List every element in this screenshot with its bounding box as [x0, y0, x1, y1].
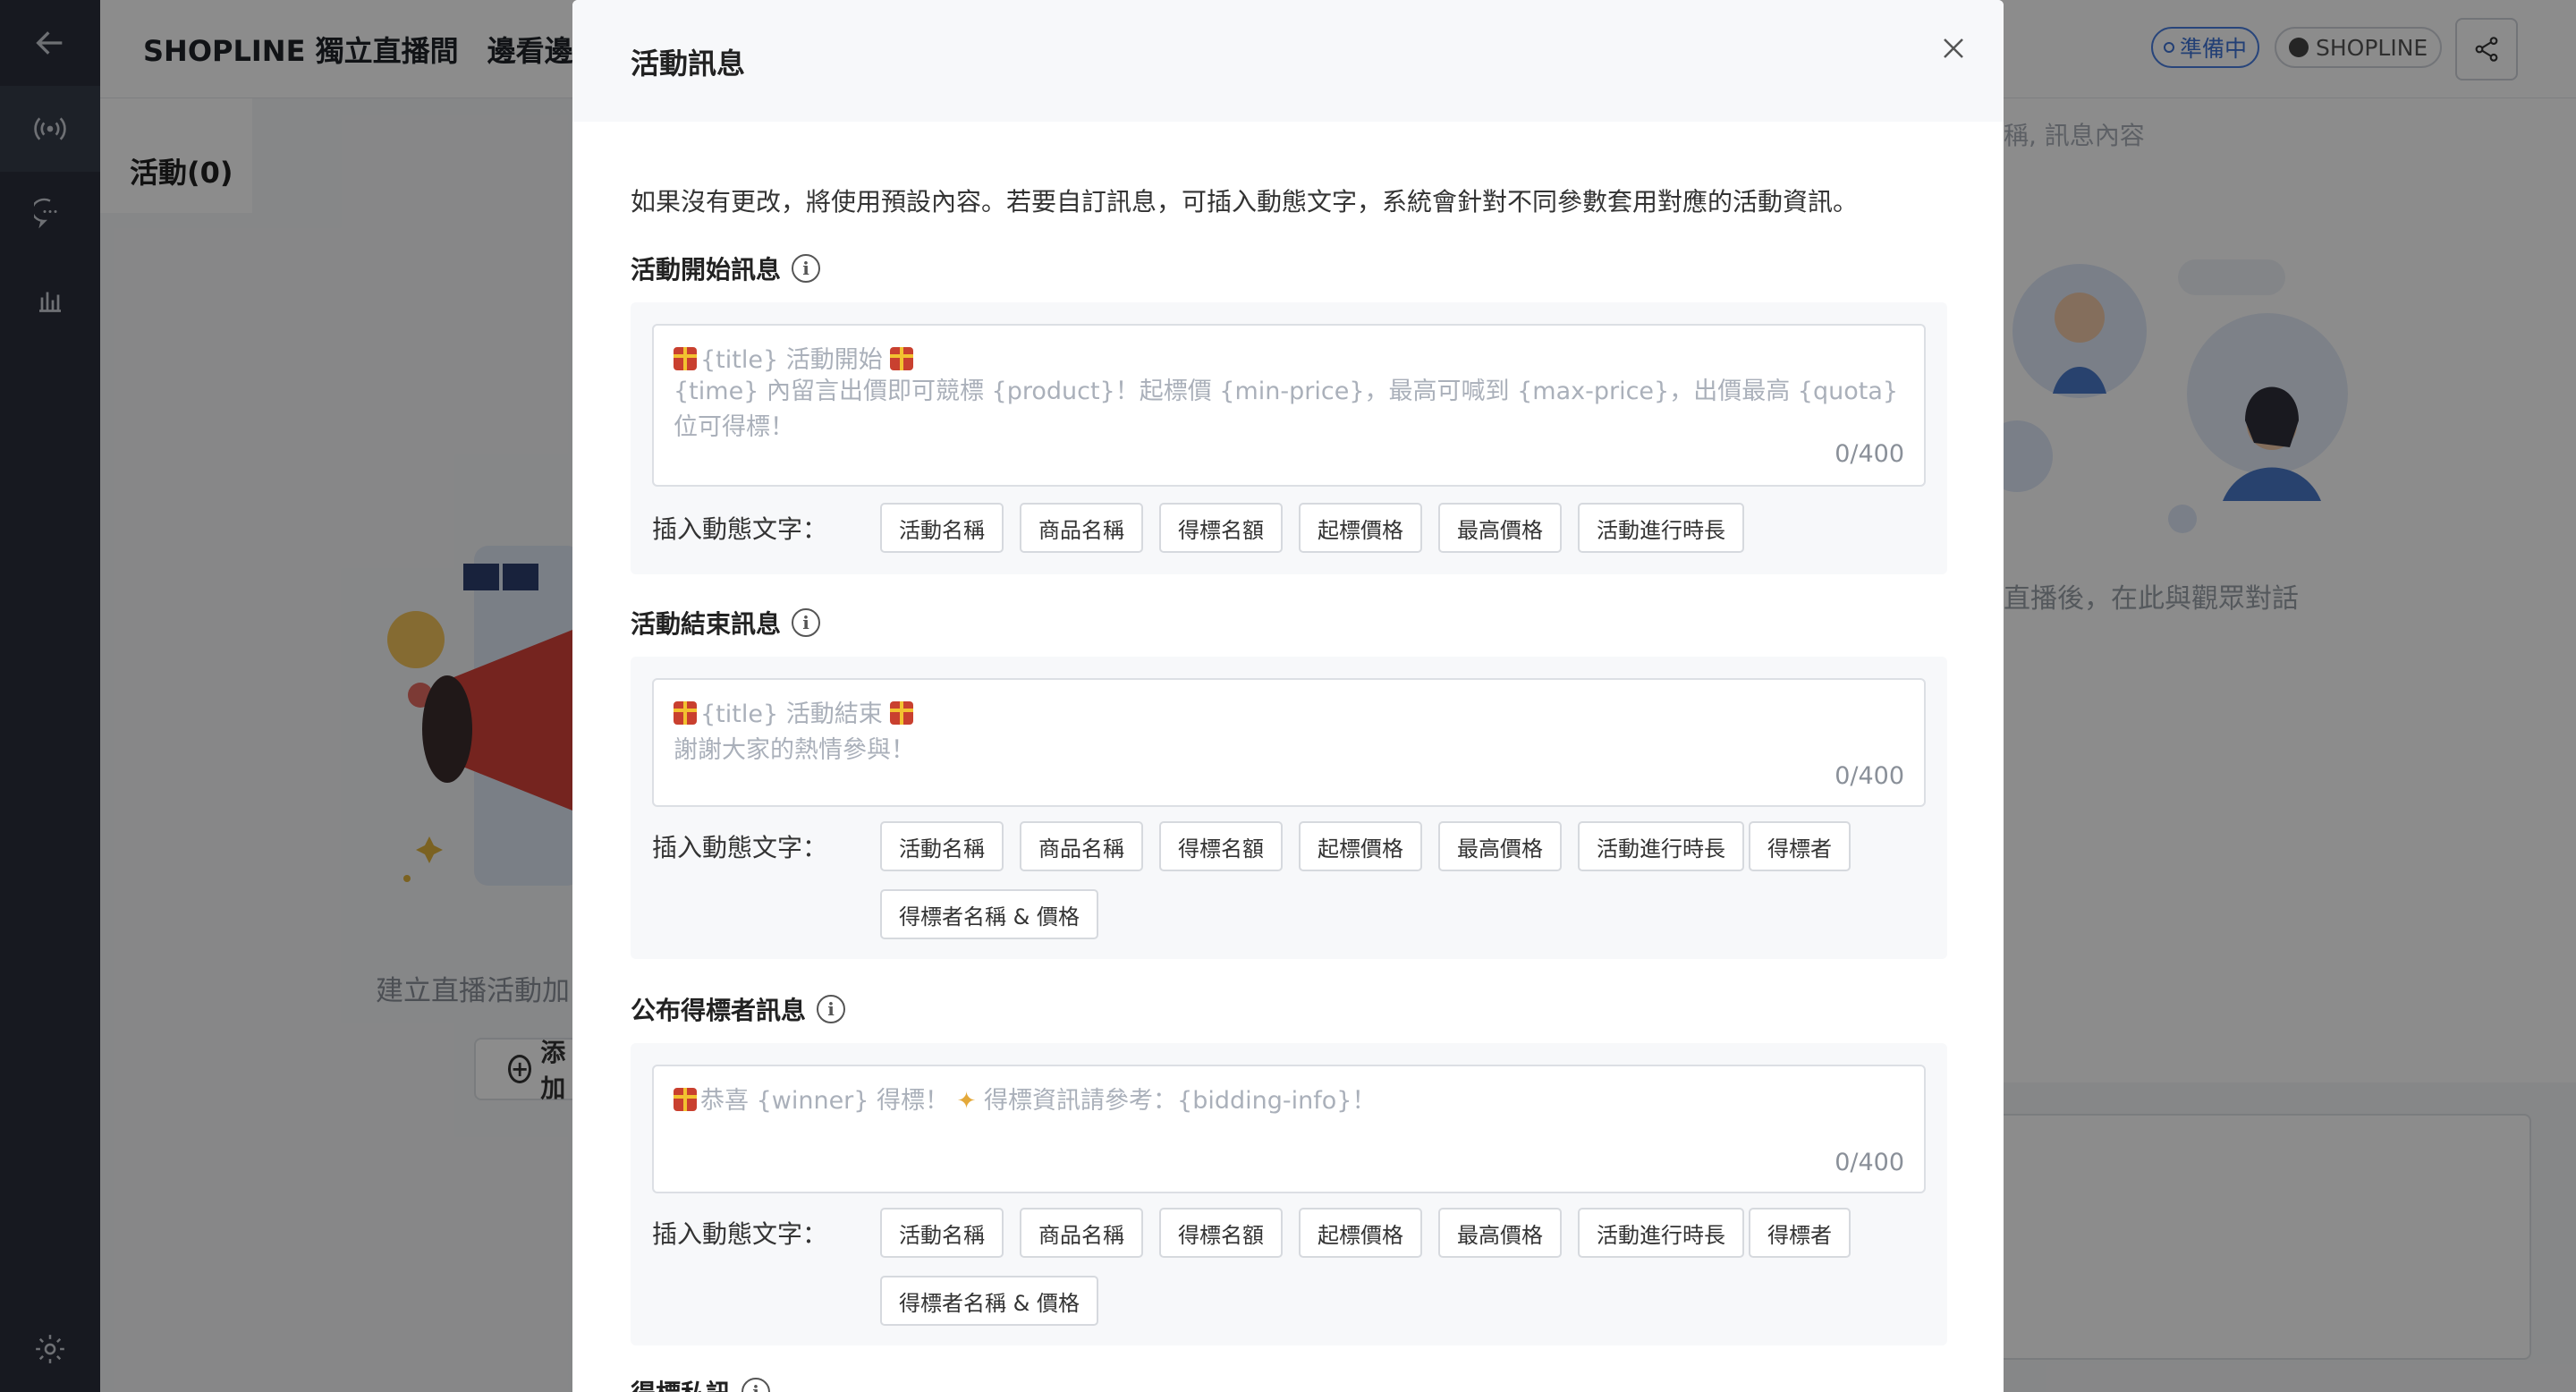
insert-dynamic-label: 插入動態文字：	[652, 1219, 828, 1249]
close-button[interactable]	[1936, 30, 1971, 66]
chip-max-price[interactable]: 最高價格	[1438, 503, 1562, 553]
chip-start-price[interactable]: 起標價格	[1299, 503, 1422, 553]
chip-winner-name-price[interactable]: 得標者名稱 & 價格	[880, 1276, 1098, 1326]
chip-winner-name-price[interactable]: 得標者名稱 & 價格	[880, 889, 1098, 939]
section-title-start: 活動開始訊息 i	[631, 250, 821, 286]
section-title-winner-dm: 得標私訊 i	[631, 1374, 771, 1392]
chip-duration[interactable]: 活動進行時長	[1578, 1208, 1744, 1258]
chip-product-name[interactable]: 商品名稱	[1020, 821, 1143, 871]
section-title-start-label: 活動開始訊息	[631, 255, 782, 284]
chip-winner[interactable]: 得標者	[1749, 1208, 1851, 1258]
chip-duration[interactable]: 活動進行時長	[1578, 503, 1744, 553]
start-message-textarea[interactable]: {title} 活動開始 {time} 內留言出價即可競標 {product}！…	[652, 324, 1926, 487]
chip-max-price[interactable]: 最高價格	[1438, 1208, 1562, 1258]
winner-message-placeholder: 恭喜 {winner} 得標！ ✦ 得標資訊請參考：{bidding-info}…	[674, 1081, 1376, 1116]
modal-title: 活動訊息	[631, 47, 746, 81]
winner-message-panel: 恭喜 {winner} 得標！ ✦ 得標資訊請參考：{bidding-info}…	[631, 1043, 1947, 1345]
close-icon	[1944, 38, 1963, 58]
chip-max-price[interactable]: 最高價格	[1438, 821, 1562, 871]
clapping-hands-icon: ✦	[956, 1088, 977, 1115]
chip-activity-name[interactable]: 活動名稱	[880, 1208, 1004, 1258]
modal-header: 活動訊息	[572, 0, 2004, 122]
winner-congrats-text: 恭喜 {winner} 得標！	[700, 1087, 950, 1115]
info-icon[interactable]: i	[817, 995, 846, 1023]
chip-activity-name[interactable]: 活動名稱	[880, 821, 1004, 871]
activity-message-modal: 活動訊息 如果沒有更改，將使用預設內容。若要自訂訊息，可插入動態文字，系統會針對…	[572, 0, 2004, 1392]
char-counter: 0/400	[1835, 1149, 1904, 1176]
start-message-panel: {title} 活動開始 {time} 內留言出價即可競標 {product}！…	[631, 302, 1947, 574]
section-title-end-label: 活動結束訊息	[631, 609, 782, 639]
chip-product-name[interactable]: 商品名稱	[1020, 1208, 1143, 1258]
section-title-winner: 公布得標者訊息 i	[631, 991, 846, 1027]
char-counter: 0/400	[1835, 440, 1904, 468]
end-message-placeholder-body: 謝謝大家的熱情參與！	[674, 736, 915, 764]
end-message-panel: {title} 活動結束 謝謝大家的熱情參與！ 0/400 插入動態文字： 活動…	[631, 657, 1947, 959]
start-message-placeholder-title: {title} 活動開始	[674, 340, 917, 375]
start-title-token: {title} 活動開始	[700, 346, 883, 374]
chip-winner-quota[interactable]: 得標名額	[1159, 1208, 1283, 1258]
chip-duration[interactable]: 活動進行時長	[1578, 821, 1744, 871]
info-icon[interactable]: i	[792, 254, 821, 283]
chip-start-price[interactable]: 起標價格	[1299, 821, 1422, 871]
section-title-end: 活動結束訊息 i	[631, 605, 821, 641]
winner-info-text: 得標資訊請參考：{bidding-info}！	[984, 1087, 1377, 1115]
chip-product-name[interactable]: 商品名稱	[1020, 503, 1143, 553]
insert-dynamic-label: 插入動態文字：	[652, 833, 828, 862]
chip-winner-quota[interactable]: 得標名額	[1159, 821, 1283, 871]
section-title-winner-label: 公布得標者訊息	[631, 996, 807, 1025]
start-message-placeholder-body: {time} 內留言出價即可競標 {product}！起標價 {min-pric…	[674, 378, 1899, 441]
info-icon[interactable]: i	[792, 608, 821, 637]
gift-icon	[674, 347, 697, 370]
gift-icon	[890, 347, 914, 370]
chip-winner-quota[interactable]: 得標名額	[1159, 503, 1283, 553]
gift-icon	[890, 701, 914, 725]
chip-activity-name[interactable]: 活動名稱	[880, 503, 1004, 553]
end-message-textarea[interactable]: {title} 活動結束 謝謝大家的熱情參與！ 0/400	[652, 678, 1926, 807]
chip-winner[interactable]: 得標者	[1749, 821, 1851, 871]
info-icon[interactable]: i	[741, 1378, 771, 1392]
end-title-token: {title} 活動結束	[700, 700, 883, 728]
winner-message-textarea[interactable]: 恭喜 {winner} 得標！ ✦ 得標資訊請參考：{bidding-info}…	[652, 1065, 1926, 1193]
modal-intro-text: 如果沒有更改，將使用預設內容。若要自訂訊息，可插入動態文字，系統會針對不同參數套…	[631, 187, 1859, 216]
gift-icon	[674, 1088, 697, 1111]
char-counter: 0/400	[1835, 762, 1904, 790]
section-title-winner-dm-label: 得標私訊	[631, 1374, 731, 1392]
end-message-placeholder-title: {title} 活動結束	[674, 694, 917, 729]
chip-start-price[interactable]: 起標價格	[1299, 1208, 1422, 1258]
insert-dynamic-label: 插入動態文字：	[652, 514, 828, 544]
gift-icon	[674, 701, 697, 725]
